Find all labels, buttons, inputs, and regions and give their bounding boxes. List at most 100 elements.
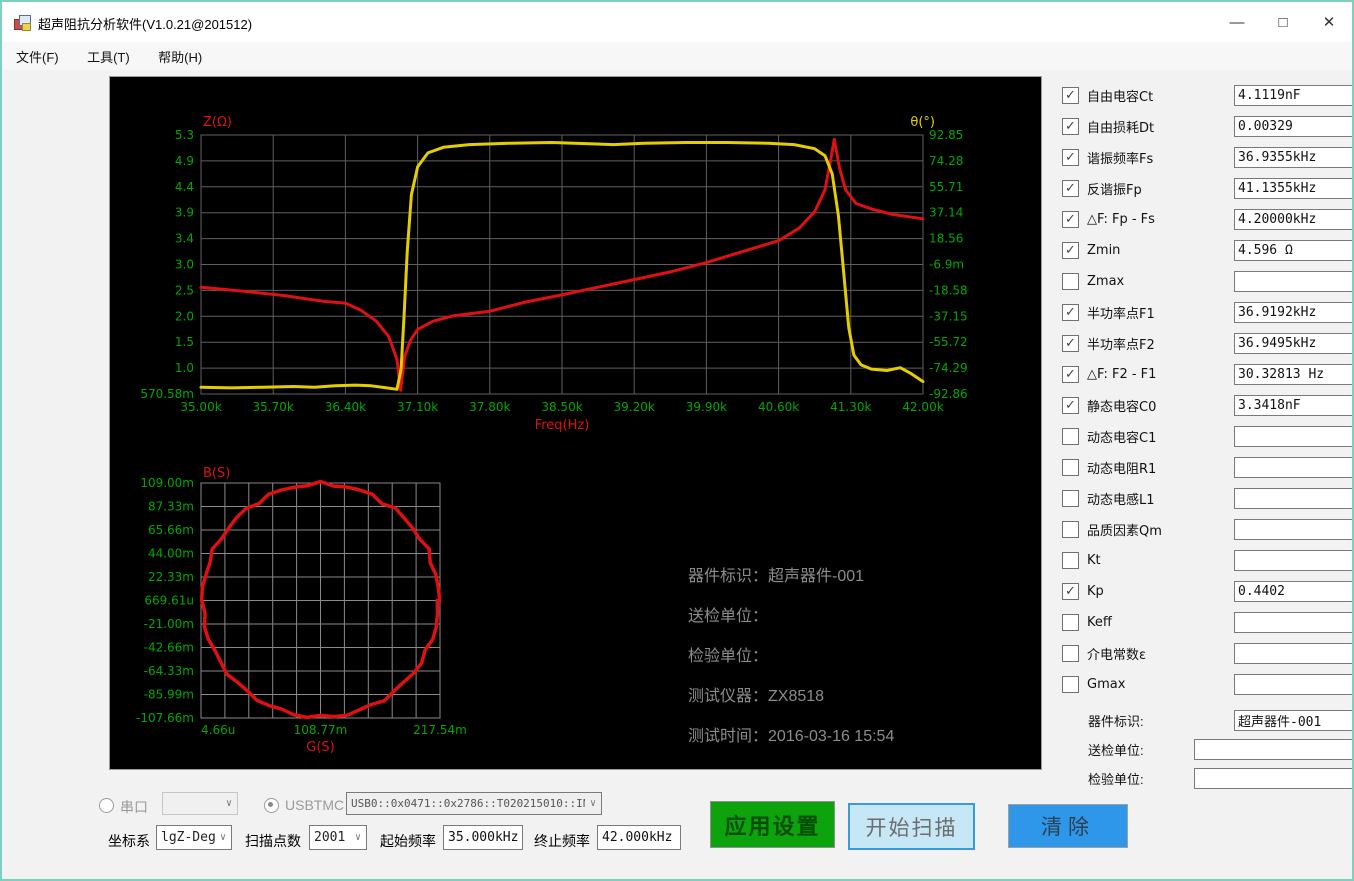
menu-tools[interactable]: 工具(T) (77, 42, 140, 71)
svg-text:37.14: 37.14 (929, 206, 963, 220)
serial-port-select[interactable]: ∨ (162, 792, 238, 815)
svg-text:39.90k: 39.90k (686, 400, 727, 414)
svg-text:40.60k: 40.60k (758, 400, 799, 414)
svg-text:3.9: 3.9 (175, 206, 194, 220)
result-value-field[interactable] (1234, 333, 1352, 354)
close-icon[interactable]: ✕ (1306, 2, 1352, 42)
result-checkbox[interactable]: ✓ (1062, 397, 1079, 414)
svg-text:92.85: 92.85 (929, 128, 963, 142)
result-checkbox[interactable] (1062, 552, 1079, 569)
result-checkbox[interactable] (1062, 428, 1079, 445)
result-checkbox[interactable]: ✓ (1062, 242, 1079, 259)
identity-value-field[interactable] (1194, 739, 1352, 760)
svg-text:-6.9m: -6.9m (929, 258, 964, 272)
menu-file[interactable]: 文件(F) (6, 42, 69, 71)
identity-value-field[interactable] (1234, 710, 1352, 731)
result-checkbox[interactable] (1062, 273, 1079, 290)
usbtmc-address-select[interactable]: USB0::0x0471::0x2786::T020215010::INSTR … (346, 792, 602, 815)
result-value-field[interactable] (1234, 550, 1352, 571)
result-value-field[interactable] (1234, 178, 1352, 199)
coord-system-select[interactable]: lgZ-Deg ∨ (156, 825, 232, 850)
result-checkbox[interactable] (1062, 490, 1079, 507)
result-value-field[interactable] (1234, 240, 1352, 261)
sweep-points-value: 2001 (314, 830, 346, 845)
info-value: 超声器件-001 (768, 568, 865, 585)
result-checkbox[interactable]: ✓ (1062, 118, 1079, 135)
result-value-field[interactable] (1234, 271, 1352, 292)
result-value-field[interactable] (1234, 395, 1352, 416)
identity-value-field[interactable] (1194, 768, 1352, 789)
result-checkbox[interactable]: ✓ (1062, 335, 1079, 352)
chevron-down-icon: ∨ (354, 832, 362, 843)
result-checkbox[interactable] (1062, 645, 1079, 662)
svg-text:42.00k: 42.00k (902, 400, 943, 414)
result-row: Kt (1062, 545, 1352, 576)
result-value-field[interactable] (1234, 116, 1352, 137)
result-checkbox[interactable]: ✓ (1062, 583, 1079, 600)
svg-text:41.30k: 41.30k (830, 400, 871, 414)
result-value-field[interactable] (1234, 519, 1352, 540)
result-checkbox[interactable]: ✓ (1062, 211, 1079, 228)
result-label: △F: Fp - Fs (1087, 212, 1155, 227)
svg-text:2.0: 2.0 (175, 309, 194, 323)
chart-panel: 5.3 4.9 4.4 3.9 3.4 3.0 2.5 2.0 1.5 1.0 570.58m 92.… (109, 76, 1042, 770)
stop-freq-input[interactable] (597, 825, 681, 850)
result-label: Zmin (1087, 243, 1121, 258)
result-value-field[interactable] (1234, 643, 1352, 664)
result-value-field[interactable] (1234, 674, 1352, 695)
identity-label: 送检单位: (1088, 743, 1144, 758)
maximize-icon[interactable]: □ (1260, 2, 1306, 42)
info-label: 测试时间： (688, 728, 769, 745)
result-checkbox[interactable] (1062, 521, 1079, 538)
result-value-field[interactable] (1234, 457, 1352, 478)
svg-text:217.54m: 217.54m (413, 723, 467, 737)
result-value-field[interactable] (1234, 85, 1352, 106)
svg-text:-107.66m: -107.66m (136, 711, 194, 725)
usbtmc-radio[interactable] (264, 798, 279, 813)
result-value-field[interactable] (1234, 364, 1352, 385)
menu-help[interactable]: 帮助(H) (148, 42, 212, 71)
result-label: 自由电容Ct (1087, 90, 1154, 105)
serial-label: 串口 (120, 799, 148, 815)
result-row: ✓ 谐振频率Fs (1062, 142, 1352, 173)
result-checkbox[interactable]: ✓ (1062, 366, 1079, 383)
sweep-points-select[interactable]: 2001 ∨ (309, 825, 367, 850)
result-label: Kp (1087, 584, 1104, 599)
svg-text:-74.29: -74.29 (929, 361, 968, 375)
result-value-field[interactable] (1234, 302, 1352, 323)
start-freq-input[interactable] (443, 825, 523, 850)
result-checkbox[interactable]: ✓ (1062, 304, 1079, 321)
results-panel: ✓自由电容Ct✓自由损耗Dt✓谐振频率Fs✓反谐振Fp✓△F: Fp - Fs✓… (1062, 80, 1352, 793)
apply-settings-button[interactable]: 应用设置 (710, 801, 835, 848)
svg-text:θ(°): θ(°) (910, 115, 935, 130)
svg-text:2.5: 2.5 (175, 283, 194, 297)
svg-text:-21.00m: -21.00m (144, 617, 194, 631)
result-checkbox[interactable]: ✓ (1062, 180, 1079, 197)
clear-button[interactable]: 清除 (1008, 804, 1128, 848)
result-value-field[interactable] (1234, 581, 1352, 602)
svg-text:35.70k: 35.70k (253, 400, 294, 414)
result-checkbox[interactable] (1062, 676, 1079, 693)
result-value-field[interactable] (1234, 209, 1352, 230)
result-checkbox[interactable] (1062, 459, 1079, 476)
result-value-field[interactable] (1234, 488, 1352, 509)
serial-radio[interactable] (99, 798, 114, 813)
result-value-field[interactable] (1234, 426, 1352, 447)
svg-text:38.50k: 38.50k (541, 400, 582, 414)
info-label: 测试仪器： (688, 688, 769, 705)
result-value-field[interactable] (1234, 612, 1352, 633)
result-label: Keff (1087, 615, 1112, 630)
svg-text:Z(Ω): Z(Ω) (203, 115, 232, 130)
result-value-field[interactable] (1234, 147, 1352, 168)
info-line: 测试仪器：ZX8518 (688, 677, 1028, 717)
result-row: Zmax (1062, 266, 1352, 297)
result-checkbox[interactable]: ✓ (1062, 87, 1079, 104)
result-label: 谐振频率Fs (1087, 152, 1154, 167)
result-checkbox[interactable]: ✓ (1062, 149, 1079, 166)
sweep-points-label: 扫描点数 (245, 833, 301, 849)
result-checkbox[interactable] (1062, 614, 1079, 631)
app-icon (14, 15, 31, 31)
stop-freq-label: 终止频率 (534, 833, 590, 849)
minimize-icon[interactable]: — (1214, 2, 1260, 42)
start-scan-button[interactable]: 开始扫描 (848, 803, 975, 850)
